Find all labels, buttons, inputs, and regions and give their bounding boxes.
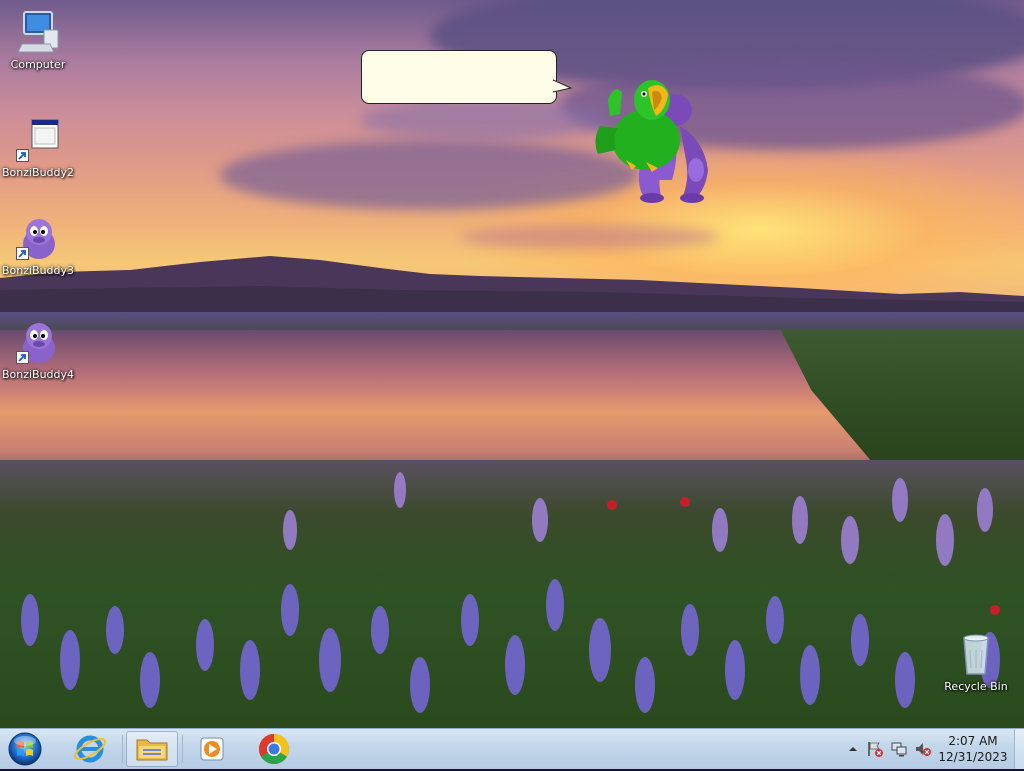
taskbar: 2:07 AM 12/31/2023 (0, 728, 1024, 769)
show-hidden-icons-button[interactable] (844, 740, 862, 758)
clock-date: 12/31/2023 (938, 750, 1008, 764)
desktop-icon-bonzibuddy3[interactable]: BonziBuddy3 (0, 214, 76, 277)
media-player-icon (200, 737, 224, 761)
desktop-icon-bonzibuddy2[interactable]: BonziBuddy2 (0, 116, 76, 179)
taskbar-clock[interactable]: 2:07 AM 12/31/2023 (936, 733, 1010, 765)
bonzi-agent-character[interactable] (586, 70, 716, 204)
speech-balloon-tail (553, 79, 573, 93)
clock-time: 2:07 AM (948, 734, 998, 748)
desktop-icon-label: Computer (10, 58, 66, 71)
shortcut-arrow-icon (16, 351, 29, 364)
bonzi-purple-icon (14, 318, 62, 366)
desktop-icon-label: BonziBuddy4 (1, 368, 75, 381)
show-desktop-button[interactable] (1014, 729, 1024, 769)
internet-explorer-icon (73, 735, 107, 763)
desktop-icon-label: Recycle Bin (944, 680, 1008, 693)
folder-icon (136, 739, 168, 761)
network-button[interactable] (890, 740, 908, 758)
start-button[interactable] (6, 731, 44, 767)
desktop-icon-bonzibuddy4[interactable]: BonziBuddy4 (0, 318, 76, 381)
computer-icon (14, 8, 62, 56)
desktop-icon-recycle-bin[interactable]: Recycle Bin (938, 630, 1014, 693)
taskbar-internet-explorer-button[interactable] (64, 731, 116, 767)
network-icon (891, 742, 907, 757)
windows-orb-icon (8, 732, 42, 766)
desktop-icon-computer[interactable]: Computer (0, 8, 76, 71)
taskbar-separator (122, 735, 123, 763)
desktop-icon-label: BonziBuddy2 (1, 166, 75, 179)
wallpaper-cloud (220, 140, 640, 210)
green-parrot (595, 80, 680, 172)
recycle-bin-icon (952, 630, 1000, 678)
desktop-icon-label: BonziBuddy3 (1, 264, 75, 277)
shortcut-arrow-icon (16, 247, 29, 260)
wallpaper-flowers (21, 472, 1000, 713)
action-center-flag-icon (868, 742, 883, 757)
taskbar-media-player-button[interactable] (186, 731, 238, 767)
wallpaper-cloud (460, 225, 720, 249)
volume-button[interactable] (914, 740, 932, 758)
desktop[interactable]: Computer BonziBuddy2 BonziBuddy3 BonziBu… (0, 0, 1024, 728)
volume-muted-icon (916, 743, 931, 756)
chrome-icon (259, 734, 289, 765)
bonzi-purple-icon (14, 214, 62, 262)
taskbar-chrome-button[interactable] (248, 731, 300, 767)
action-center-button[interactable] (866, 740, 884, 758)
shortcut-arrow-icon (16, 149, 29, 162)
program-window-icon (14, 116, 62, 164)
taskbar-separator (182, 735, 183, 763)
show-hidden-icons-icon (849, 747, 857, 751)
wallpaper-cloud (360, 100, 610, 140)
taskbar-file-explorer-button[interactable] (126, 731, 178, 767)
agent-speech-balloon (361, 50, 557, 104)
